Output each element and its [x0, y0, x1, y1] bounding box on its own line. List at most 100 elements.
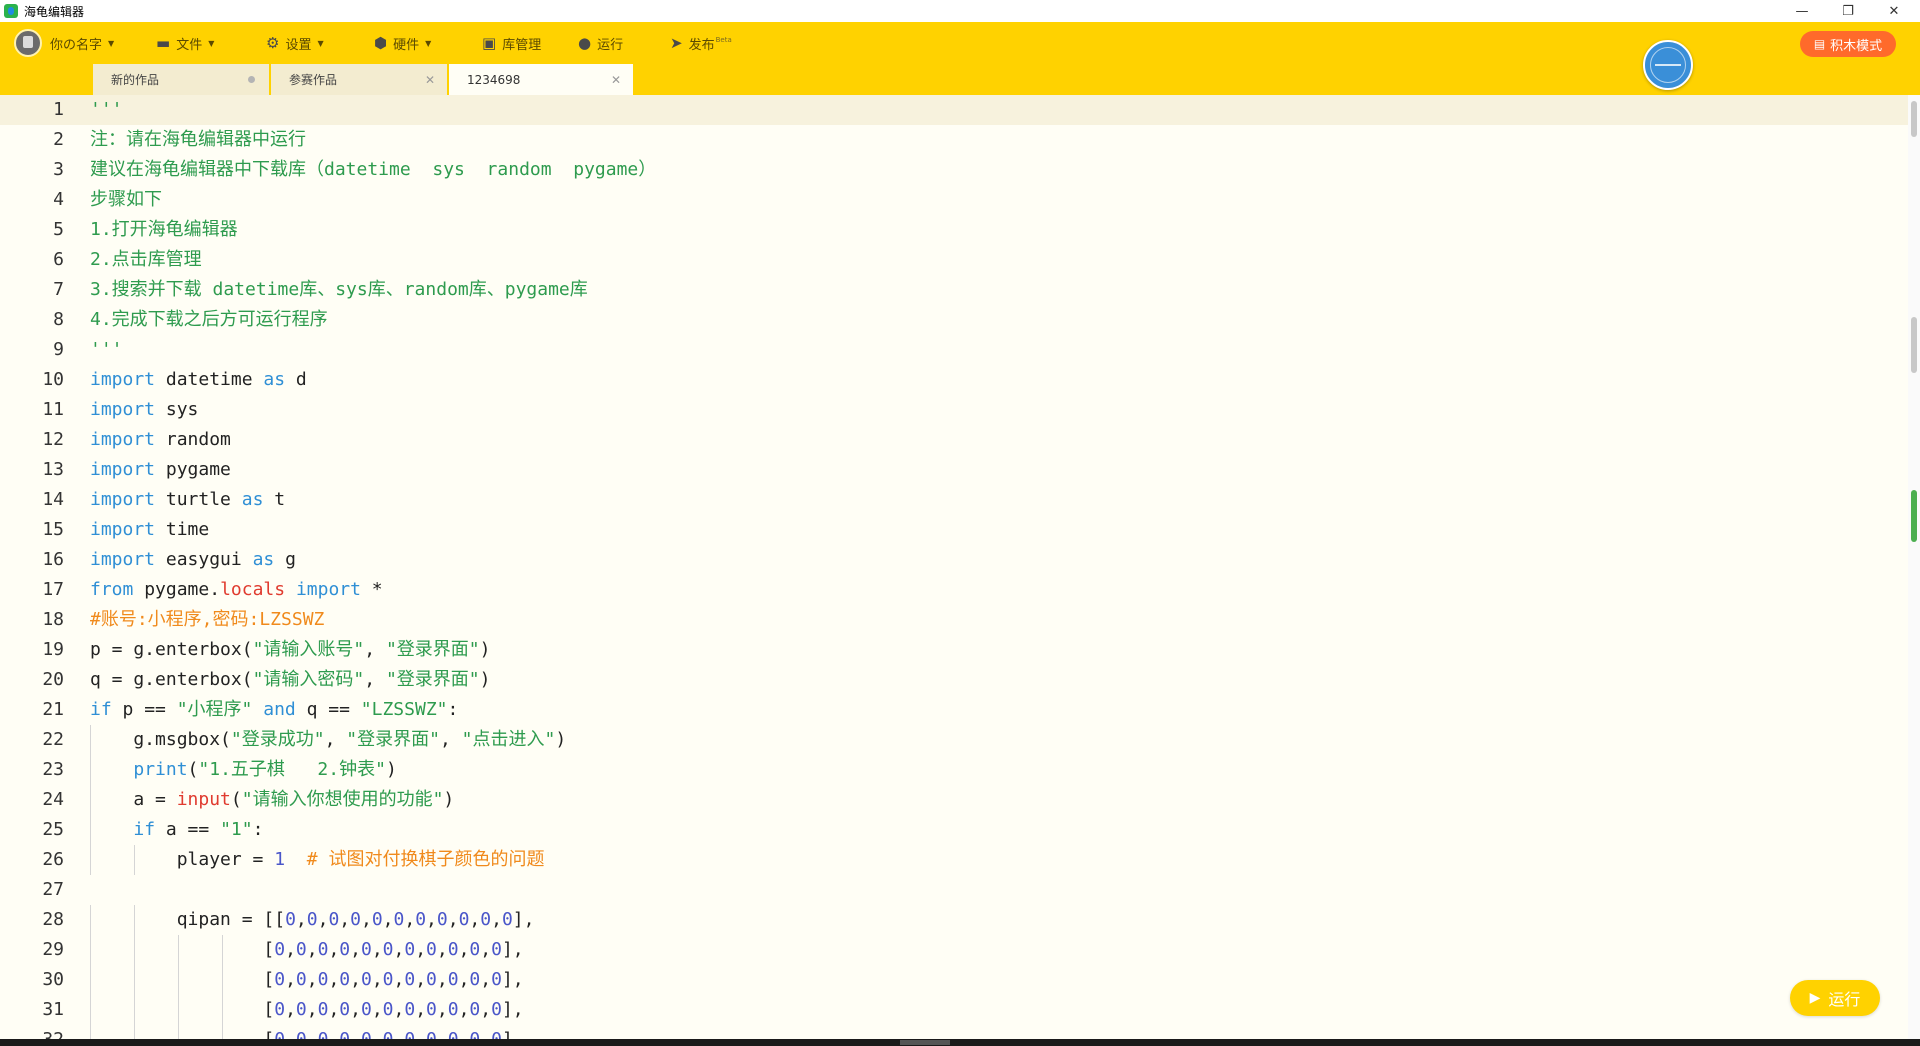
code-line[interactable]: 27 [0, 875, 1908, 905]
blocks-icon: ▤ [1813, 37, 1826, 51]
code-token: p == [111, 699, 177, 720]
code-token: import [90, 549, 156, 570]
code-line[interactable]: 1 ''' [0, 95, 1908, 125]
user-menu[interactable]: 你の名字 ▼ [14, 22, 114, 64]
code-line[interactable]: 29 [0,0,0,0,0,0,0,0,0,0,0], [0, 935, 1908, 965]
code-line[interactable]: 13 import pygame [0, 455, 1908, 485]
code-line[interactable]: 2 注：请在海龟编辑器中运行 [0, 125, 1908, 155]
status-strip [0, 1039, 1920, 1046]
line-number: 21 [42, 699, 64, 720]
code-token: , [436, 969, 448, 990]
code-token: , [415, 999, 427, 1020]
toolbar-run-button[interactable]: ● 运行 [578, 22, 623, 64]
code-text: ''' [90, 335, 123, 365]
code-line[interactable]: 28 qipan = [[0,0,0,0,0,0,0,0,0,0,0], [0, 905, 1908, 935]
turtle-canvas-toggle-icon[interactable] [1643, 40, 1693, 90]
code-line[interactable]: 3 建议在海龟编辑器中下载库（datetime sys random pygame… [0, 155, 1908, 185]
code-line[interactable]: 10 import datetime as d [0, 365, 1908, 395]
code-text: import time [90, 515, 209, 545]
close-icon[interactable]: ✕ [425, 73, 435, 87]
code-line[interactable]: 5 1.打开海龟编辑器 [0, 215, 1908, 245]
code-token: , [295, 909, 307, 930]
code-token: , [393, 999, 405, 1020]
block-mode-button[interactable]: ▤ 积木模式 [1800, 31, 1896, 57]
line-number: 10 [42, 369, 64, 390]
minimize-button[interactable]: — [1780, 0, 1824, 22]
code-token: , [364, 639, 386, 660]
code-line[interactable]: 24 a = input("请输入你想使用的功能") [0, 785, 1908, 815]
code-line[interactable]: 22 g.msgbox("登录成功", "登录界面", "点击进入") [0, 725, 1908, 755]
code-line[interactable]: 19 p = g.enterbox("请输入账号", "登录界面") [0, 635, 1908, 665]
code-line[interactable]: 23 print("1.五子棋 2.钟表") [0, 755, 1908, 785]
settings-menu[interactable]: ⚙ 设置 ▼ [266, 22, 324, 64]
code-token: , [458, 999, 470, 1020]
code-line[interactable]: 18 #账号:小程序,密码:LZSSWZ [0, 605, 1908, 635]
code-line[interactable]: 26 player = 1 # 试图对付换棋子颜色的问题 [0, 845, 1908, 875]
code-token: , [480, 999, 492, 1020]
code-token: and [263, 699, 296, 720]
code-token: , [307, 1029, 318, 1039]
code-line[interactable]: 21 if p == "小程序" and q == "LZSSWZ": [0, 695, 1908, 725]
code-token: time [155, 519, 210, 540]
code-token: , [436, 999, 448, 1020]
code-editor[interactable]: 1 ''' 2 注：请在海龟编辑器中运行 3 建议在海龟编辑器中下载库（datetime … [0, 95, 1908, 1039]
hardware-menu[interactable]: ⬢ 硬件 ▼ [374, 22, 431, 64]
code-token: 0 [328, 909, 340, 930]
code-line[interactable]: 15 import time [0, 515, 1908, 545]
code-token: q == [295, 699, 361, 720]
line-number: 6 [53, 249, 64, 270]
code-token: 0 [295, 939, 307, 960]
close-window-button[interactable]: ✕ [1872, 0, 1916, 22]
close-icon[interactable]: ✕ [611, 73, 621, 87]
unsaved-dot-icon[interactable] [248, 76, 255, 83]
code-token: easygui [155, 549, 253, 570]
code-line[interactable]: 8 4.完成下载之后方可运行程序 [0, 305, 1908, 335]
code-token: ) [385, 759, 397, 780]
code-line[interactable]: 16 import easygui as g [0, 545, 1908, 575]
code-line[interactable]: 17 from pygame.locals import * [0, 575, 1908, 605]
code-token: p = g.enterbox( [90, 639, 253, 660]
run-button[interactable]: ▶ 运行 [1790, 980, 1880, 1016]
code-token: "LZSSWZ" [360, 699, 448, 720]
line-number: 30 [42, 969, 64, 990]
code-token: "登录成功" [230, 729, 325, 750]
code-line[interactable]: 14 import turtle as t [0, 485, 1908, 515]
code-text: [0,0,0,0,0,0,0,0,0,0,0], [90, 935, 523, 965]
code-line[interactable]: 7 3.搜索并下载 datetime库、sys库、random库、pygame库 [0, 275, 1908, 305]
code-token: "登录界面" [346, 729, 440, 750]
code-line[interactable]: 9 ''' [0, 335, 1908, 365]
code-line[interactable]: 11 import sys [0, 395, 1908, 425]
gear-icon: ⚙ [266, 34, 280, 52]
code-line[interactable]: 12 import random [0, 425, 1908, 455]
code-token: , [371, 939, 383, 960]
tab-contest-work[interactable]: 参赛作品 ✕ [271, 64, 447, 95]
code-line[interactable]: 32 [0,0,0,0,0,0,0,0,0,0,0], [0, 1025, 1908, 1039]
code-token: , [350, 969, 361, 990]
code-token: 0 [436, 909, 448, 930]
line-number: 4 [53, 189, 64, 210]
code-line[interactable]: 20 q = g.enterbox("请输入密码", "登录界面") [0, 665, 1908, 695]
file-menu[interactable]: ▬ 文件 ▼ [156, 22, 214, 64]
vertical-scrollbar[interactable] [1908, 95, 1920, 1039]
code-line[interactable]: 30 [0,0,0,0,0,0,0,0,0,0,0], [0, 965, 1908, 995]
tab-new-work[interactable]: 新的作品 [93, 64, 269, 95]
code-line[interactable]: 4 步骤如下 [0, 185, 1908, 215]
line-number: 12 [42, 429, 64, 450]
scroll-thumb[interactable] [1911, 101, 1917, 137]
code-line[interactable]: 31 [0,0,0,0,0,0,0,0,0,0,0], [0, 995, 1908, 1025]
code-text: [0,0,0,0,0,0,0,0,0,0,0], [90, 1025, 523, 1039]
code-token: if [133, 819, 156, 840]
line-number: 14 [42, 489, 64, 510]
tab-1234698[interactable]: 1234698 ✕ [449, 64, 633, 95]
restore-button[interactable]: ❐ [1826, 0, 1870, 22]
code-token: "1" [220, 819, 253, 840]
code-token: 0 [274, 999, 286, 1020]
publish-button[interactable]: ➤ 发布 Beta [670, 22, 732, 64]
code-token: , [306, 939, 318, 960]
code-line[interactable]: 25 if a == "1": [0, 815, 1908, 845]
library-manager-button[interactable]: ▣ 库管理 [482, 22, 541, 64]
code-line[interactable]: 6 2.点击库管理 [0, 245, 1908, 275]
code-token: , [480, 1029, 491, 1039]
